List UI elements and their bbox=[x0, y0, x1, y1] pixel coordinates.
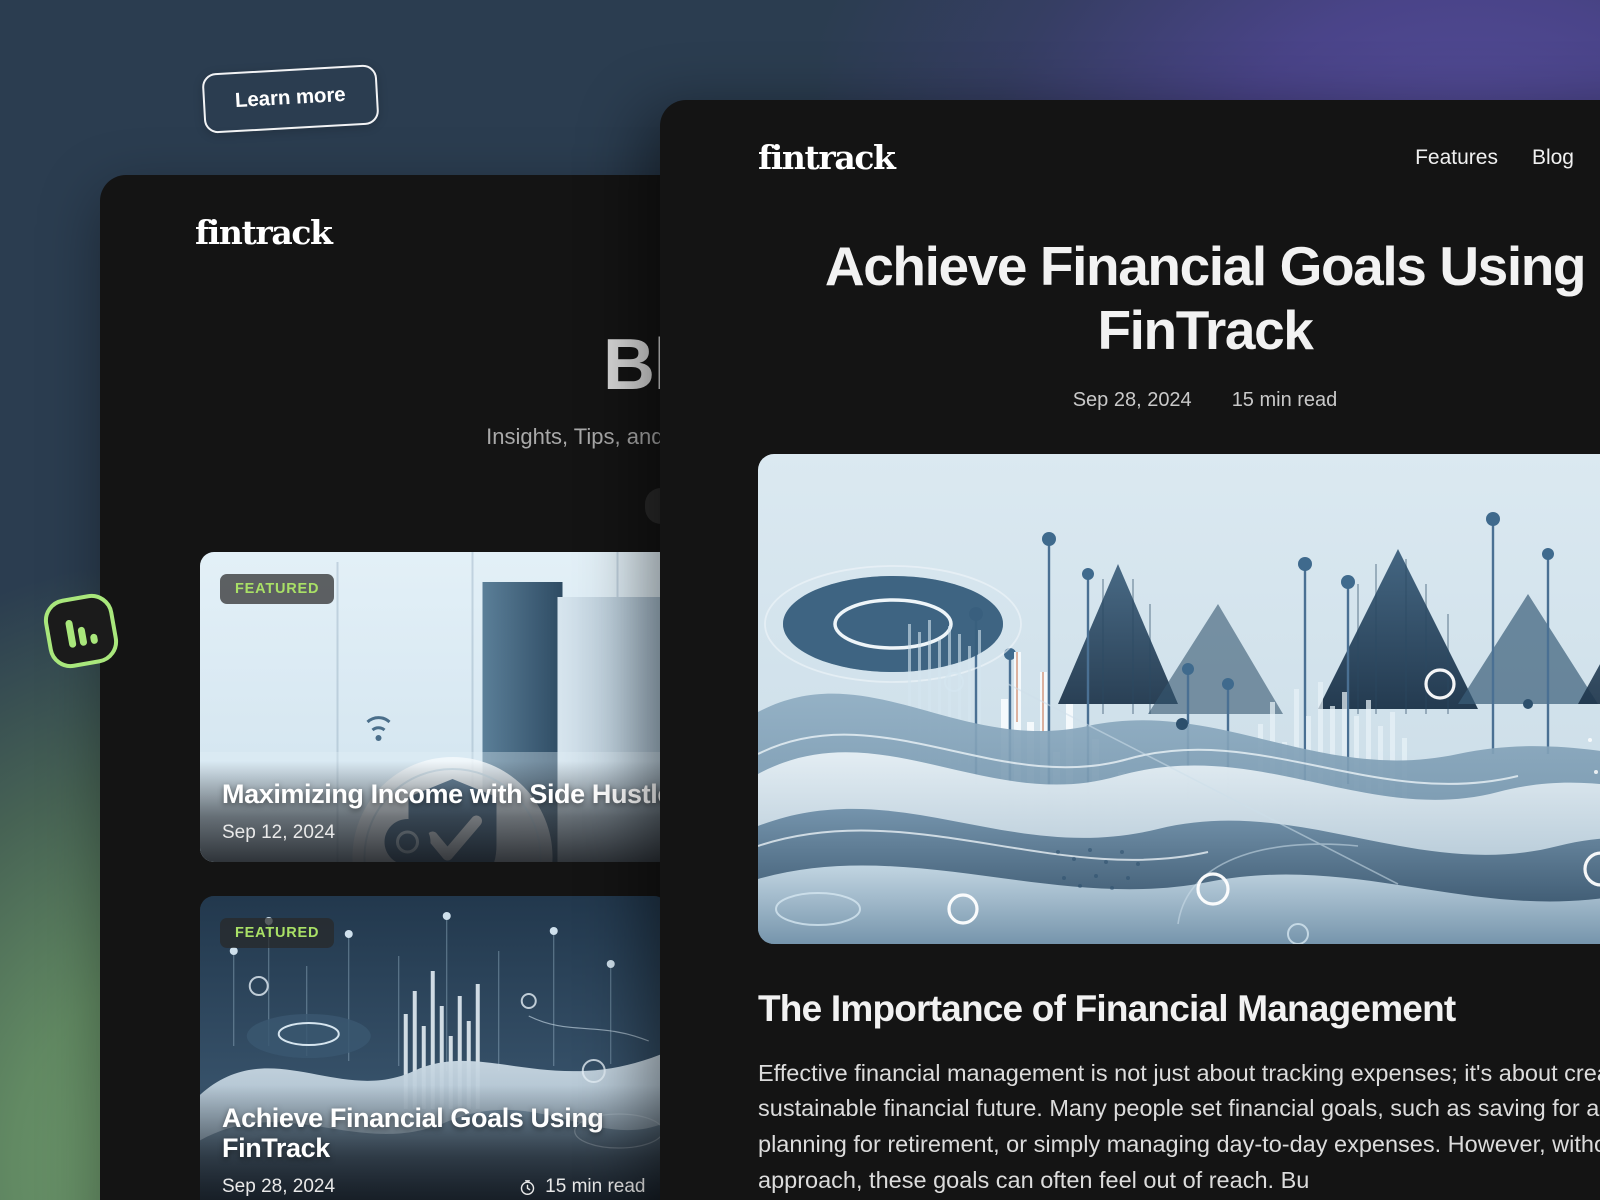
learn-more-button[interactable]: Learn more bbox=[201, 64, 380, 134]
blog-card-achieve-goals[interactable]: FEATURED Achieve Financial Goals Using F… bbox=[200, 896, 668, 1200]
article-navbar: fintrack Features Blog FAQ bbox=[660, 100, 1600, 177]
clock-icon bbox=[520, 1179, 535, 1195]
card-read-time-group: 15 min read bbox=[519, 1176, 646, 1198]
article-meta: Sep 28, 2024 15 min read bbox=[720, 389, 1600, 412]
card-overlay: Achieve Financial Goals Using FinTrack S… bbox=[200, 1084, 668, 1200]
card-date: Sep 28, 2024 bbox=[222, 1176, 336, 1197]
article-detail-panel: fintrack Features Blog FAQ Achieve Finan… bbox=[660, 100, 1600, 1200]
article-header: Achieve Financial Goals Using FinTrack S… bbox=[660, 177, 1600, 412]
nav-item-blog[interactable]: Blog bbox=[1532, 146, 1574, 170]
card-read-time: 15 min read bbox=[545, 1176, 646, 1197]
article-nav-links: Features Blog FAQ bbox=[1415, 146, 1600, 170]
abstract-data-landscape-hero bbox=[758, 453, 1600, 944]
article-read-time: 15 min read bbox=[1231, 388, 1338, 411]
article-title: Achieve Financial Goals Using FinTrack bbox=[824, 235, 1587, 361]
article-date: Sep 28, 2024 bbox=[1072, 388, 1192, 411]
article-paragraph: Effective financial management is not ju… bbox=[758, 1059, 1600, 1193]
article-hero-image bbox=[758, 453, 1600, 944]
card-meta: Sep 28, 2024 15 min read bbox=[222, 1176, 646, 1198]
article-section-heading: The Importance of Financial Management bbox=[758, 987, 1456, 1029]
nav-item-features[interactable]: Features bbox=[1415, 146, 1498, 170]
featured-badge: FEATURED bbox=[220, 918, 335, 948]
blog-logo[interactable]: fintrack bbox=[195, 213, 333, 252]
article-logo[interactable]: fintrack bbox=[758, 138, 896, 177]
featured-badge: FEATURED bbox=[220, 574, 335, 604]
card-title: Achieve Financial Goals Using FinTrack bbox=[222, 1102, 604, 1163]
article-body: The Importance of Financial Management E… bbox=[660, 944, 1600, 1199]
card-date: Sep 12, 2024 bbox=[222, 822, 336, 843]
learn-more-label: Learn more bbox=[234, 82, 347, 113]
bar-chart-glyph bbox=[64, 614, 98, 649]
